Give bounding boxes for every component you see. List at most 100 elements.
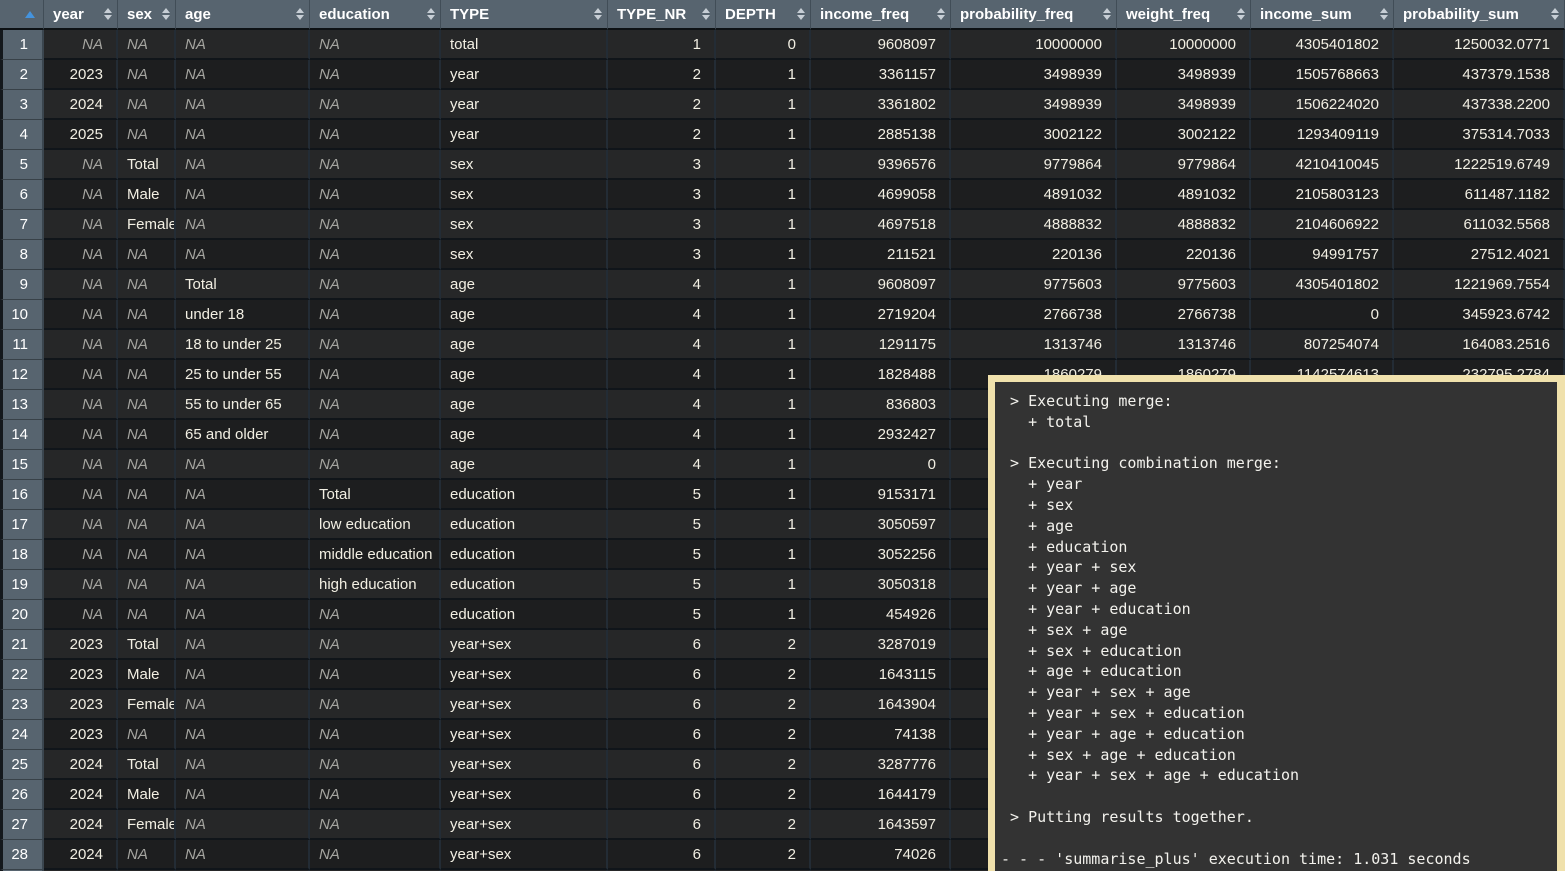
cell-TYPE_NR: 5 — [608, 540, 716, 570]
cell-TYPE: year+sex — [441, 660, 608, 690]
cell-year: NA — [44, 180, 118, 210]
cell-TYPE: year+sex — [441, 810, 608, 840]
cell-probability_sum: 27512.4021 — [1394, 240, 1565, 270]
cell-DEPTH: 1 — [716, 450, 811, 480]
sort-toggle-icon[interactable] — [162, 8, 170, 20]
cell-income_freq: 74138 — [811, 720, 951, 750]
row-number: 12 — [0, 360, 44, 390]
row-number: 22 — [0, 660, 44, 690]
cell-sex: NA — [118, 330, 176, 360]
sort-toggle-icon[interactable] — [797, 8, 805, 20]
cell-DEPTH: 1 — [716, 120, 811, 150]
cell-DEPTH: 1 — [716, 180, 811, 210]
sort-toggle-icon[interactable] — [1103, 8, 1111, 20]
cell-sex: NA — [118, 540, 176, 570]
column-header-sex[interactable]: sex — [118, 0, 176, 30]
cell-year: 2023 — [44, 630, 118, 660]
sort-toggle-icon[interactable] — [1551, 8, 1559, 20]
row-number: 3 — [0, 90, 44, 120]
column-header-education[interactable]: education — [310, 0, 441, 30]
column-header-weight_freq[interactable]: weight_freq — [1117, 0, 1251, 30]
cell-education: NA — [310, 390, 441, 420]
cell-year: 2023 — [44, 720, 118, 750]
column-header-probability_sum[interactable]: probability_sum — [1394, 0, 1565, 30]
cell-education: NA — [310, 360, 441, 390]
cell-sex: NA — [118, 270, 176, 300]
row-number: 6 — [0, 180, 44, 210]
cell-TYPE: education — [441, 480, 608, 510]
column-header-year[interactable]: year — [44, 0, 118, 30]
row-number: 5 — [0, 150, 44, 180]
cell-TYPE_NR: 4 — [608, 390, 716, 420]
column-header-probability_freq[interactable]: probability_freq — [951, 0, 1117, 30]
cell-education: NA — [310, 120, 441, 150]
cell-income_freq: 1643115 — [811, 660, 951, 690]
cell-TYPE_NR: 4 — [608, 330, 716, 360]
cell-age: 55 to under 65 — [176, 390, 310, 420]
sort-toggle-icon[interactable] — [427, 8, 435, 20]
cell-DEPTH: 1 — [716, 420, 811, 450]
cell-education: NA — [310, 270, 441, 300]
cell-year: 2023 — [44, 660, 118, 690]
cell-income_freq: 2719204 — [811, 300, 951, 330]
cell-income_sum: 807254074 — [1251, 330, 1394, 360]
column-label: year — [53, 6, 84, 23]
column-header-TYPE[interactable]: TYPE — [441, 0, 608, 30]
cell-year: 2024 — [44, 750, 118, 780]
cell-sex: NA — [118, 720, 176, 750]
row-number-sort-header[interactable] — [0, 0, 44, 30]
cell-DEPTH: 1 — [716, 390, 811, 420]
column-header-DEPTH[interactable]: DEPTH — [716, 0, 811, 30]
cell-probability_freq: 2766738 — [951, 300, 1117, 330]
cell-TYPE: year — [441, 120, 608, 150]
row-number: 1 — [0, 30, 44, 60]
table-row: 11NANA18 to under 25NAage411291175131374… — [0, 330, 1565, 360]
cell-TYPE: age — [441, 300, 608, 330]
cell-year: NA — [44, 330, 118, 360]
sort-toggle-icon[interactable] — [296, 8, 304, 20]
cell-year: NA — [44, 510, 118, 540]
cell-TYPE: age — [441, 270, 608, 300]
cell-age: NA — [176, 660, 310, 690]
cell-sex: NA — [118, 300, 176, 330]
cell-age: NA — [176, 180, 310, 210]
column-header-age[interactable]: age — [176, 0, 310, 30]
cell-TYPE_NR: 4 — [608, 270, 716, 300]
sort-toggle-icon[interactable] — [702, 8, 710, 20]
column-label: probability_freq — [960, 6, 1073, 23]
sort-toggle-icon[interactable] — [937, 8, 945, 20]
column-header-income_sum[interactable]: income_sum — [1251, 0, 1394, 30]
cell-DEPTH: 2 — [716, 840, 811, 870]
sort-toggle-icon[interactable] — [1380, 8, 1388, 20]
cell-TYPE: year+sex — [441, 690, 608, 720]
cell-weight_freq: 2766738 — [1117, 300, 1251, 330]
sort-toggle-icon[interactable] — [594, 8, 602, 20]
cell-TYPE_NR: 4 — [608, 420, 716, 450]
cell-income_sum: 2104606922 — [1251, 210, 1394, 240]
console-output: > Executing merge: + total > Executing c… — [995, 382, 1557, 869]
cell-age: 18 to under 25 — [176, 330, 310, 360]
sort-toggle-icon[interactable] — [1237, 8, 1245, 20]
column-header-TYPE_NR[interactable]: TYPE_NR — [608, 0, 716, 30]
cell-probability_sum: 1221969.7554 — [1394, 270, 1565, 300]
sort-up-icon — [162, 8, 170, 13]
cell-age: NA — [176, 90, 310, 120]
row-number: 20 — [0, 600, 44, 630]
column-header-income_freq[interactable]: income_freq — [811, 0, 951, 30]
cell-TYPE: year+sex — [441, 840, 608, 870]
cell-income_sum: 0 — [1251, 300, 1394, 330]
cell-DEPTH: 1 — [716, 270, 811, 300]
cell-sex: NA — [118, 600, 176, 630]
cell-income_freq: 74026 — [811, 840, 951, 870]
cell-sex: Male — [118, 660, 176, 690]
column-label: weight_freq — [1126, 6, 1210, 23]
cell-sex: Total — [118, 750, 176, 780]
row-number: 28 — [0, 840, 44, 870]
sort-toggle-icon[interactable] — [104, 8, 112, 20]
cell-weight_freq: 3002122 — [1117, 120, 1251, 150]
sort-up-icon — [702, 8, 710, 13]
cell-weight_freq: 4891032 — [1117, 180, 1251, 210]
cell-TYPE_NR: 3 — [608, 150, 716, 180]
cell-income_freq: 9608097 — [811, 30, 951, 60]
cell-TYPE: age — [441, 390, 608, 420]
